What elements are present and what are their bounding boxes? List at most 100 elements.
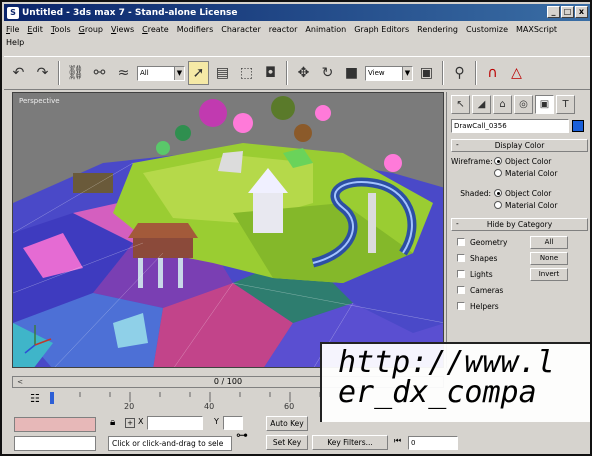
auto-key-button[interactable]: Auto Key (266, 416, 308, 431)
rectangular-selection-button[interactable]: ⬚ (236, 61, 257, 85)
motion-icon: ◎ (519, 99, 528, 110)
cameras-checkbox[interactable] (457, 286, 465, 294)
display-color-rollout[interactable]: - Display Color (451, 139, 588, 152)
menu-customize[interactable]: Customize (466, 23, 508, 36)
hide-by-category-rollout[interactable]: - Hide by Category (451, 218, 588, 231)
menu-group[interactable]: Group (79, 23, 103, 36)
tab-hierarchy[interactable]: ⌂ (493, 95, 512, 114)
trackbar-tick: 40 (204, 402, 215, 411)
snaps-toggle-button[interactable]: ∩ (482, 61, 503, 85)
all-button[interactable]: All (530, 235, 568, 249)
wireframe-object-color-radio[interactable] (494, 157, 502, 165)
manipulate-icon: ⚲ (454, 65, 465, 81)
menu-tools[interactable]: Tools (51, 23, 71, 36)
viewport-label[interactable]: Perspective (19, 97, 60, 105)
shaded-label: Shaded: (460, 188, 491, 198)
spacewarp-icon: ≈ (117, 65, 130, 81)
create-icon: ↖ (456, 99, 465, 110)
bind-spacewarp-button[interactable]: ≈ (113, 61, 134, 85)
close-button[interactable]: x (575, 6, 588, 18)
menu-graph-editors[interactable]: Graph Editors (354, 23, 409, 36)
reference-coord-dropdown[interactable]: View ▼ (365, 65, 413, 81)
x-coordinate-field[interactable] (147, 416, 203, 430)
window-crossing-icon: ◘ (264, 65, 277, 81)
redo-button[interactable]: ↷ (32, 61, 53, 85)
x-label: X (138, 417, 144, 426)
select-and-scale-button[interactable]: ■ (341, 61, 362, 85)
tab-utilities[interactable]: T (556, 95, 575, 114)
command-panel: ↖ ◢ ⌂ ◎ ▣ T DrawCall_0356 - Display Colo… (446, 92, 590, 368)
menu-maxscript[interactable]: MAXScript (516, 23, 557, 36)
goto-start-icon[interactable]: ⏮ (394, 436, 401, 446)
collapse-icon: - (456, 219, 459, 228)
menu-modifiers[interactable]: Modifiers (177, 23, 214, 36)
maxscript-listener-mini[interactable] (14, 417, 96, 432)
select-and-move-button[interactable]: ✥ (293, 61, 314, 85)
helpers-checkbox[interactable] (457, 302, 465, 310)
undo-button[interactable]: ↶ (8, 61, 29, 85)
pivot-center-button[interactable]: ▣ (416, 61, 437, 85)
select-and-link-button[interactable]: ⛓ (65, 61, 86, 85)
maxscript-input-mini[interactable] (14, 436, 96, 451)
absolute-mode-icon[interactable]: + (125, 418, 135, 428)
unlink-button[interactable]: ⚯ (89, 61, 110, 85)
selection-filter-dropdown[interactable]: All ▼ (137, 65, 185, 81)
menu-edit[interactable]: Edit (27, 23, 43, 36)
menu-help[interactable]: Help (6, 36, 24, 49)
menu-create[interactable]: Create (142, 23, 169, 36)
shaded-material-color-radio[interactable] (494, 201, 502, 209)
unlink-icon: ⚯ (93, 65, 106, 81)
rotate-icon: ↻ (321, 65, 334, 81)
undo-icon: ↶ (12, 65, 25, 81)
trackbar-tick: 60 (284, 402, 295, 411)
window-crossing-button[interactable]: ◘ (260, 61, 281, 85)
tab-motion[interactable]: ◎ (514, 95, 533, 114)
key-mode-icon[interactable]: ☷ (30, 392, 40, 405)
redo-icon: ↷ (36, 65, 49, 81)
angle-snap-icon: △ (511, 65, 522, 81)
current-frame-field[interactable]: 0 (408, 436, 458, 450)
app-window: S Untitled - 3ds max 7 - Stand-alone Lic… (0, 0, 592, 456)
tab-display[interactable]: ▣ (535, 95, 554, 114)
collapse-icon: - (456, 140, 459, 149)
menu-animation[interactable]: Animation (305, 23, 346, 36)
y-label: Y (214, 417, 219, 426)
move-icon: ✥ (297, 65, 310, 81)
title-bar: S Untitled - 3ds max 7 - Stand-alone Lic… (4, 4, 590, 21)
tab-modify[interactable]: ◢ (472, 95, 491, 114)
select-object-button[interactable]: ➚ (188, 61, 209, 85)
select-by-name-button[interactable]: ▤ (212, 61, 233, 85)
menu-character[interactable]: Character (221, 23, 261, 36)
menu-views[interactable]: Views (111, 23, 134, 36)
object-name-field[interactable]: DrawCall_0356 (451, 119, 569, 133)
trackbar-ruler (50, 392, 321, 404)
none-button[interactable]: None (530, 251, 568, 265)
command-panel-tabs: ↖ ◢ ⌂ ◎ ▣ T (447, 92, 590, 117)
hierarchy-icon: ⌂ (499, 99, 506, 110)
angle-snap-button[interactable]: △ (506, 61, 527, 85)
shapes-checkbox[interactable] (457, 254, 465, 262)
menu-rendering[interactable]: Rendering (417, 23, 458, 36)
scene-render (13, 93, 443, 367)
key-filters-button[interactable]: Key Filters... (312, 435, 388, 450)
shaded-object-color-radio[interactable] (494, 189, 502, 197)
lights-checkbox[interactable] (457, 270, 465, 278)
key-icon: ⊶ (236, 428, 248, 442)
wireframe-material-color-radio[interactable] (494, 169, 502, 177)
chevron-down-icon: ▼ (402, 66, 412, 80)
lock-icon[interactable]: 🔒︎ (110, 417, 115, 428)
set-key-button[interactable]: Set Key (266, 435, 308, 450)
select-and-manipulate-button[interactable]: ⚲ (449, 61, 470, 85)
select-and-rotate-button[interactable]: ↻ (317, 61, 338, 85)
geometry-checkbox[interactable] (457, 238, 465, 246)
menu-file[interactable]: File (6, 23, 19, 36)
chevron-down-icon: ▼ (174, 66, 184, 80)
perspective-viewport[interactable]: Perspective (12, 92, 444, 368)
maximize-button[interactable]: □ (561, 6, 574, 18)
invert-button[interactable]: Invert (530, 267, 568, 281)
tab-create[interactable]: ↖ (451, 95, 470, 114)
minimize-button[interactable]: _ (547, 6, 560, 18)
object-color-swatch[interactable] (572, 120, 584, 132)
time-prev-icon[interactable]: < (15, 377, 25, 387)
menu-reactor[interactable]: reactor (269, 23, 298, 36)
